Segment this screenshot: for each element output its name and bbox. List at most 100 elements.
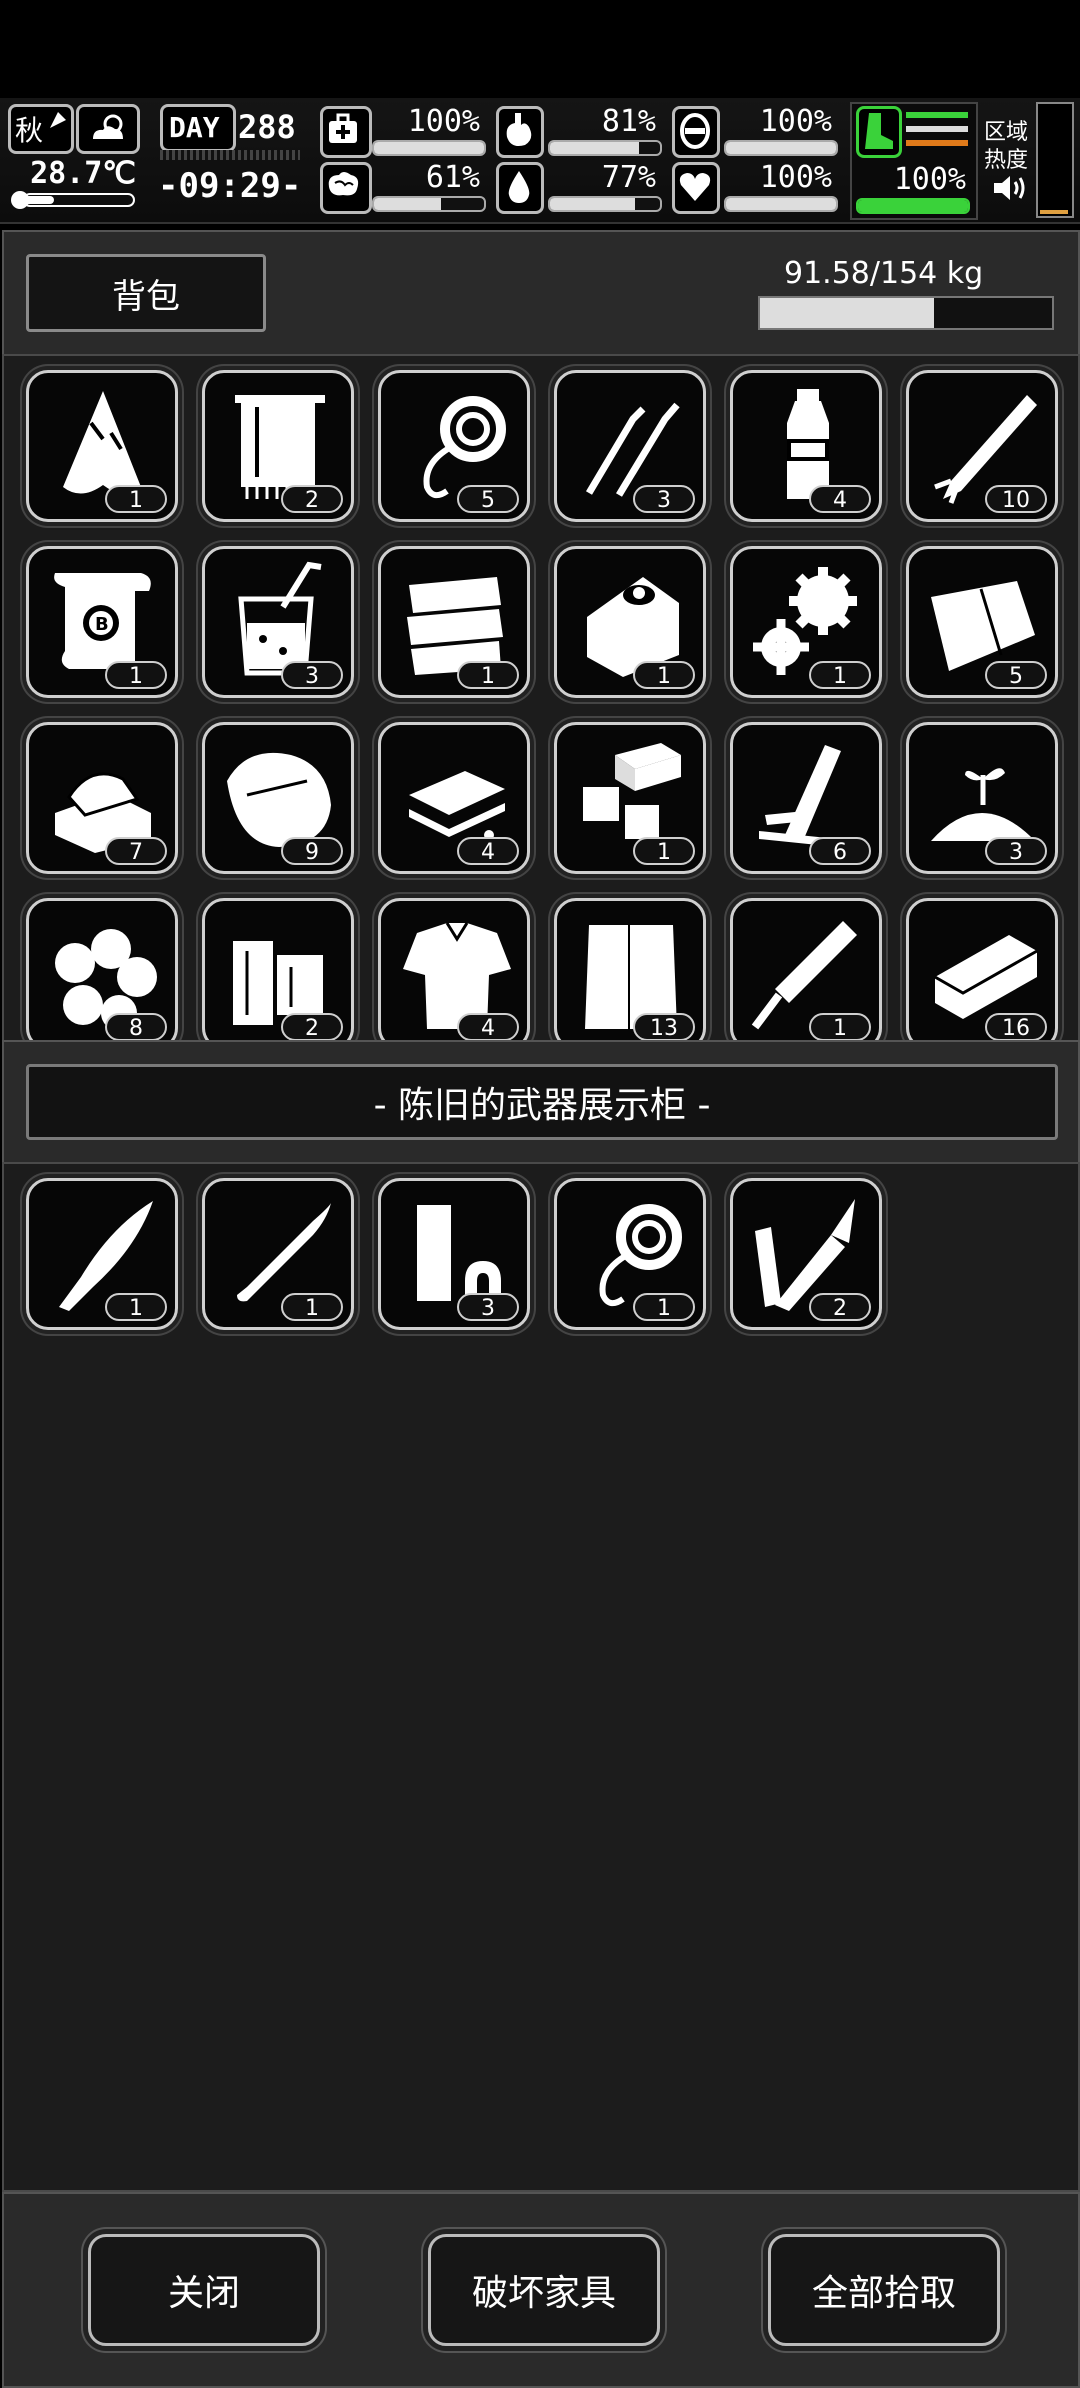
container-panel: 1 1 3 1 2 [2,1162,1080,2192]
medkit-icon [320,106,372,158]
hunger-value: 81% [601,104,656,139]
destroy-furniture-button-label: 破坏家具 [471,2273,616,2314]
item-slot-bullet[interactable]: 1 [202,1178,354,1330]
stamina-line-orange [906,140,968,146]
item-count: 9 [281,837,343,865]
day-badge: DAY [160,104,236,152]
item-slot-rope[interactable]: 1 [554,1178,706,1330]
item-count: 1 [809,661,871,689]
shield-icon [672,106,720,158]
container-header: - 陈旧的武器展示柜 - [2,1040,1080,1164]
item-slot-rope[interactable]: 5 [378,370,530,522]
take-all-button-label: 全部拾取 [811,2273,956,2314]
destroy-furniture-button[interactable]: 破坏家具 [428,2234,660,2346]
day-noise-strip [160,150,300,160]
weight-text: 91.58/154 kg [784,256,984,291]
item-slot-rocket[interactable]: 10 [906,370,1058,522]
item-slot-soil[interactable]: 3 [906,722,1058,874]
item-slot-canned-food[interactable]: 1 [554,546,706,698]
stamina-line-white [906,126,968,132]
item-slot-water-bottle[interactable]: 4 [730,370,882,522]
speaker-icon[interactable] [992,172,1028,204]
stamina-panel: 100% [850,102,978,220]
leaf-icon [50,112,66,128]
item-slot-file-tool[interactable]: 1 [730,898,882,1040]
item-count: 2 [281,1013,343,1040]
item-slot-gears[interactable]: 1 [730,546,882,698]
health-bar [372,140,486,156]
item-count: 13 [633,1013,695,1040]
thirst-bar [548,196,662,212]
close-button-label: 关闭 [167,2273,240,2314]
mood-value: 61% [425,160,480,195]
day-number: 288 [238,108,296,146]
item-count: 2 [281,485,343,513]
item-slot-planks[interactable]: 4 [378,722,530,874]
stamina-bar [856,198,970,214]
item-count: 7 [105,837,167,865]
item-slot-metal-block[interactable]: 16 [906,898,1058,1040]
stomach-icon [496,106,544,158]
action-bar: 关闭 破坏家具 全部拾取 [2,2192,1080,2388]
item-slot-towels[interactable]: 7 [26,722,178,874]
backpack-header: 背包 91.58/154 kg [2,230,1080,356]
item-count: 1 [633,661,695,689]
weight-bar [758,296,1054,330]
item-slot-cloth-rag[interactable]: 1 [26,370,178,522]
clock-time: -09:29- [158,166,302,206]
boot-icon [856,106,902,158]
thirst-value: 77% [601,160,656,195]
item-slot-lockpicks[interactable]: 3 [554,370,706,522]
area-heat-label-2: 热度 [984,148,1029,173]
health-value: 100% [407,104,480,139]
item-slot-logs[interactable]: 2 [202,898,354,1040]
svg-text:B: B [95,614,109,635]
armor-value: 100% [759,104,832,139]
stamina-line-green [906,112,968,118]
water-drop-icon [496,162,544,214]
item-count: 1 [281,1293,343,1321]
container-grid: 1 1 3 1 2 [4,1164,1078,1564]
item-slot-pipes[interactable]: 3 [378,1178,530,1330]
item-slot-folded-cloth[interactable]: 5 [906,546,1058,698]
item-count: 3 [633,485,695,513]
hunger-bar [548,140,662,156]
item-count: 6 [809,837,871,865]
brain-icon [320,162,372,214]
item-count: 5 [457,485,519,513]
item-slot-blueprint[interactable]: B1 [26,546,178,698]
item-count: 10 [985,485,1047,513]
item-slot-machete[interactable]: 1 [26,1178,178,1330]
item-slot-cotton-balls[interactable]: 8 [26,898,178,1040]
item-count: 2 [809,1293,871,1321]
item-slot-bricks[interactable]: 1 [554,722,706,874]
item-count: 1 [457,661,519,689]
item-count: 3 [985,837,1047,865]
take-all-button[interactable]: 全部拾取 [768,2234,1000,2346]
partly-cloudy-icon [93,114,123,139]
item-slot-torn-shirt[interactable]: 4 [378,898,530,1040]
item-slot-soldering-iron[interactable]: 2 [730,1178,882,1330]
day-label: DAY [169,111,220,144]
backpack-tab[interactable]: 背包 [26,254,266,332]
item-slot-cloth-sheet[interactable]: 13 [554,898,706,1040]
item-slot-fabric-stack[interactable]: 1 [378,546,530,698]
item-count: 16 [985,1013,1047,1040]
backpack-tab-label: 背包 [112,276,180,317]
mood-bar [372,196,486,212]
item-slot-sack[interactable]: 9 [202,722,354,874]
item-slot-towel[interactable]: 2 [202,370,354,522]
item-slot-wood-boards[interactable]: 6 [730,722,882,874]
close-button[interactable]: 关闭 [88,2234,320,2346]
item-slot-juice[interactable]: 3 [202,546,354,698]
item-count: 4 [457,1013,519,1040]
item-count: 1 [105,661,167,689]
stamina-value: 100% [893,162,966,197]
season-label: 秋 [15,114,44,147]
item-count: 3 [457,1293,519,1321]
weight-bar-fill [760,298,934,328]
heart-bar [724,196,838,212]
armor-bar [724,140,838,156]
status-bar: 秋 28.7℃ DAY 288 -09:29- 100% 81% 100% 61… [0,98,1080,224]
weather-badge [76,104,140,154]
